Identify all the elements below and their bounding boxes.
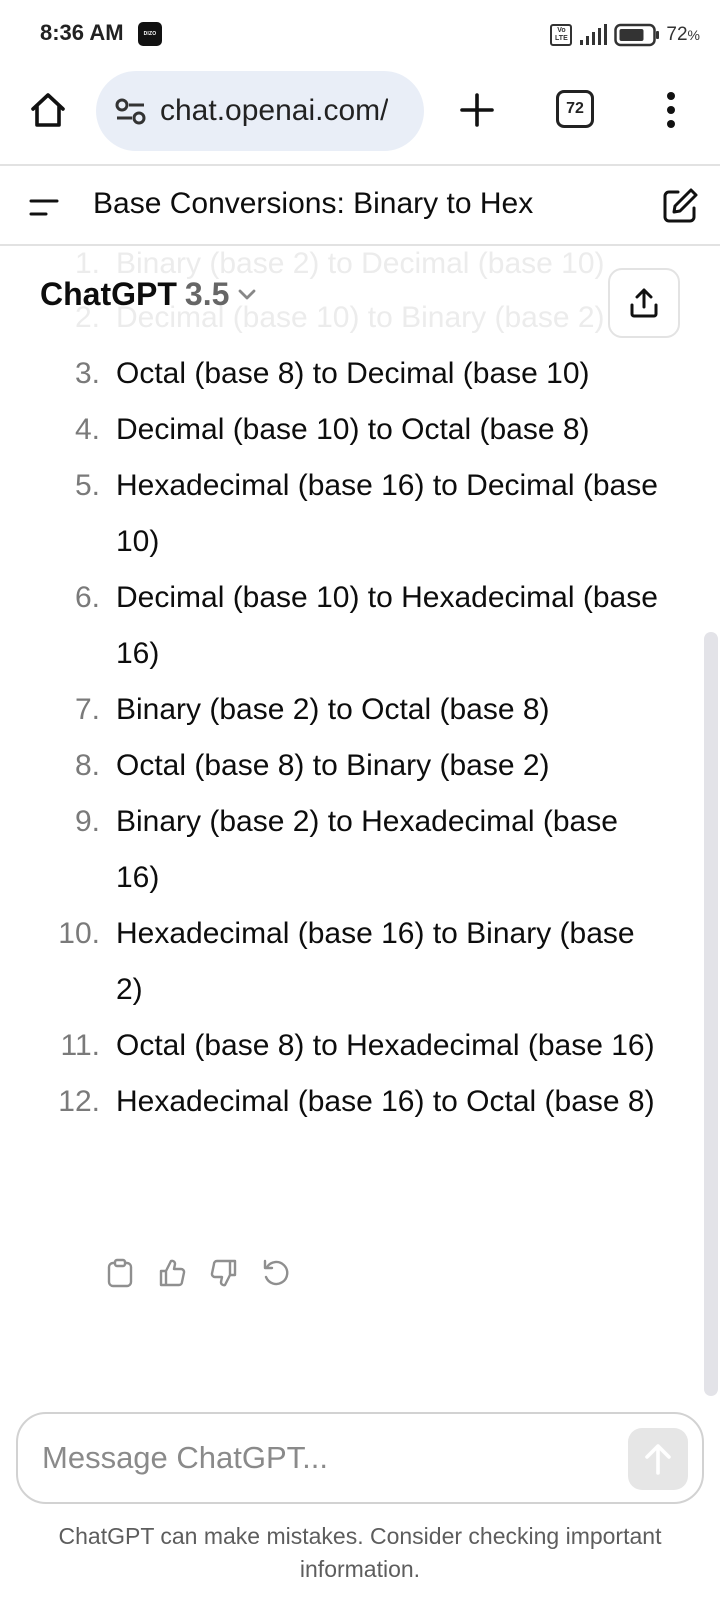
refresh-icon[interactable]	[262, 1258, 290, 1288]
list-item-number: 6.	[74, 581, 100, 614]
new-tab-button[interactable]	[454, 87, 500, 133]
tab-switcher-button[interactable]: 72	[556, 90, 594, 128]
list-item-text: Octal (base 8) to Binary (base 2)	[116, 749, 550, 782]
battery-percent: 72%	[666, 24, 700, 46]
list-item-text: Decimal (base 10) to Octal (base 8)	[116, 413, 590, 446]
list-item-number: 9.	[74, 805, 100, 838]
list-item: 8. Octal (base 8) to Binary (base 2)	[0, 738, 690, 794]
sidebar-menu-icon[interactable]	[26, 190, 62, 226]
model-selector[interactable]: ChatGPT 3.5	[40, 276, 257, 313]
list-item-text: Hexadecimal (base 16) to Octal (base 8)	[116, 1085, 655, 1118]
home-button[interactable]	[26, 88, 70, 132]
chat-title: Base Conversions: Binary to Hex	[93, 187, 534, 220]
message-composer	[16, 1412, 704, 1504]
chevron-down-icon	[238, 289, 256, 299]
more-vertical-icon	[667, 92, 675, 128]
list-item: 9. Binary (base 2) to Hexadecimal (base 1…	[0, 794, 690, 906]
list-item-number: 3.	[74, 357, 100, 390]
signal-icon	[580, 24, 608, 45]
url-text: chat.openai.com/	[160, 94, 389, 127]
list-item-number: 7.	[74, 693, 100, 726]
chat-content[interactable]: 1. Binary (base 2) to Decimal (base 10) 2…	[0, 248, 720, 1408]
thumbs-up-icon[interactable]	[158, 1258, 186, 1288]
answer-list-body: 2. Decimal (base 10) to Binary (base 2) 3…	[0, 290, 690, 1130]
arrow-up-icon	[645, 1444, 671, 1475]
browser-menu-button[interactable]	[656, 86, 686, 134]
browser-toolbar: chat.openai.com/ 72	[0, 68, 720, 166]
list-item-number: 10.	[58, 917, 100, 950]
list-item: 3. Octal (base 8) to Decimal (base 10)	[0, 346, 690, 402]
tune-icon[interactable]	[114, 96, 148, 126]
send-button[interactable]	[628, 1428, 688, 1490]
disclaimer: ChatGPT can make mistakes. Consider chec…	[58, 1523, 662, 1582]
list-item-number: 12.	[58, 1085, 100, 1118]
volte-icon: Vo LTE	[550, 24, 573, 46]
home-icon	[31, 93, 65, 127]
list-item-text: Hexadecimal (base 16) to Decimal (base 1…	[116, 469, 658, 558]
list-item-number: 5.	[74, 469, 100, 502]
list-item-number: 11.	[60, 1029, 100, 1062]
share-button[interactable]	[608, 268, 680, 338]
battery-percent-unit: %	[687, 27, 700, 43]
list-item-text: Hexadecimal (base 16) to Binary (base 2)	[116, 917, 635, 1006]
chat-header: Base Conversions: Binary to Hex	[0, 168, 720, 246]
status-bar: 8:36 AM DIZO Vo LTE 72%	[0, 0, 720, 68]
battery-percent-value: 72	[666, 24, 688, 45]
message-input[interactable]	[42, 1430, 622, 1486]
list-item-text: Octal (base 8) to Hexadecimal (base 16)	[116, 1029, 655, 1062]
list-item: 7. Binary (base 2) to Octal (base 8)	[0, 682, 690, 738]
address-bar[interactable]: chat.openai.com/	[96, 71, 424, 151]
status-time: 8:36 AM	[40, 20, 124, 45]
clipboard-icon[interactable]	[106, 1258, 134, 1288]
list-item: 4. Decimal (base 10) to Octal (base 8)	[0, 402, 690, 458]
scrollbar[interactable]	[704, 632, 718, 1396]
list-item-number: 4.	[74, 413, 100, 446]
list-item-text: Binary (base 2) to Octal (base 8)	[116, 693, 550, 726]
thumbs-down-icon[interactable]	[210, 1258, 238, 1288]
model-version: 3.5	[184, 276, 230, 312]
share-icon	[630, 288, 658, 318]
list-item: 11. Octal (base 8) to Hexadecimal (base 1…	[0, 1018, 690, 1074]
plus-icon	[460, 93, 494, 127]
list-item: 10. Hexadecimal (base 16) to Binary (base…	[0, 906, 690, 1018]
list-item: 6. Decimal (base 10) to Hexadecimal (base…	[0, 570, 690, 682]
list-item-text: Decimal (base 10) to Hexadecimal (base 1…	[116, 581, 658, 670]
list-item-text: Binary (base 2) to Hexadecimal (base 16)	[116, 805, 618, 894]
list-item: 12. Hexadecimal (base 16) to Octal (base …	[0, 1074, 690, 1130]
model-name: ChatGPT	[40, 276, 177, 312]
edit-icon[interactable]	[660, 186, 700, 226]
list-item: 5. Hexadecimal (base 16) to Decimal (base…	[0, 458, 690, 570]
battery-icon	[614, 23, 660, 47]
message-actions	[106, 1258, 290, 1288]
list-item-text: Octal (base 8) to Decimal (base 10)	[116, 357, 590, 390]
list-item-number: 8.	[74, 749, 100, 782]
status-indicators: Vo LTE 72%	[550, 22, 700, 48]
dizo-app-icon: DIZO	[138, 22, 162, 46]
